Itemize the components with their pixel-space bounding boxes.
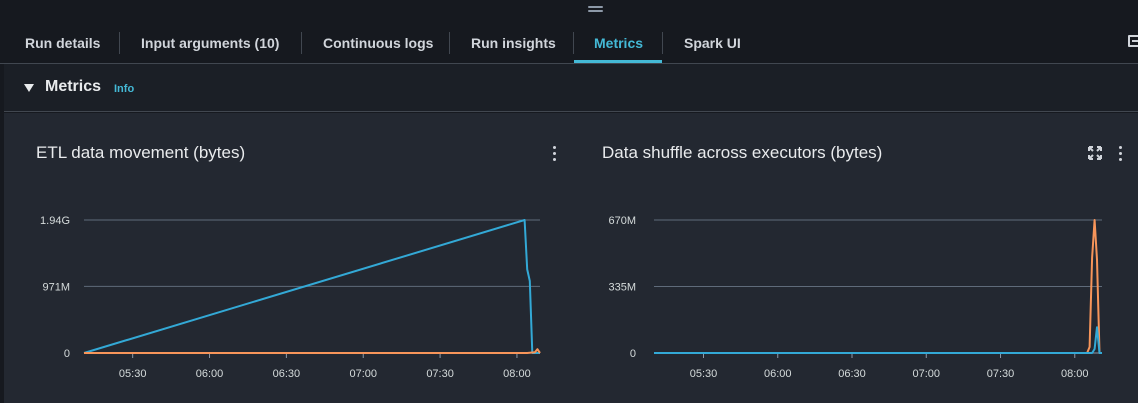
x-tick-label: 06:30 (838, 368, 866, 380)
section-title[interactable]: Metrics (45, 78, 101, 96)
panel-resize-bar[interactable] (0, 0, 1138, 18)
tab-divider (449, 32, 450, 54)
x-tick-label: 05:30 (119, 368, 147, 380)
x-tick-label: 06:00 (764, 368, 792, 380)
data-shuffle-chart: 0 335M 670M 05:30 06:00 06:30 07:00 07:30 08:00 (608, 215, 1102, 380)
x-tick-label: 06:30 (273, 368, 301, 380)
tab-run-details[interactable]: Run details (25, 18, 100, 64)
info-link[interactable]: Info (114, 83, 134, 95)
x-tick-label: 07:00 (912, 368, 940, 380)
data-shuffle-chart-panel: Data shuffle across executors (bytes) 03… (566, 113, 1138, 403)
drag-handle-icon[interactable] (588, 6, 603, 12)
active-tab-indicator (574, 60, 662, 63)
y-tick-label: 335M (608, 282, 636, 294)
series-line-1 (84, 348, 541, 354)
tab-divider (662, 32, 663, 54)
tab-divider (573, 32, 574, 54)
x-tick-label: 05:30 (690, 368, 718, 380)
x-tick-label: 08:00 (1061, 368, 1089, 380)
panel-toggle-icon[interactable] (1128, 35, 1138, 47)
tab-metrics[interactable]: Metrics (594, 18, 643, 64)
metrics-section-header: Metrics Info (4, 64, 1138, 112)
tab-divider (301, 32, 302, 54)
y-tick-label: 0 (630, 348, 636, 360)
x-tick-label: 08:00 (503, 368, 531, 380)
y-tick-label: 670M (608, 215, 636, 227)
etl-data-movement-chart: 0 971M 1.94G 05:30 06:00 06:30 07:00 07:30 08:00 (40, 215, 541, 380)
x-tick-label: 07:30 (987, 368, 1015, 380)
etl-data-movement-chart-panel: ETL data movement (bytes) 0 971M 1.94G 05:3… (4, 113, 566, 403)
tab-spark-ui[interactable]: Spark UI (684, 18, 741, 64)
y-tick-label: 971M (42, 281, 70, 293)
y-tick-label: 1.94G (40, 215, 70, 227)
tab-input-arguments[interactable]: Input arguments (10) (141, 18, 279, 64)
x-tick-label: 07:00 (349, 368, 377, 380)
x-tick-label: 06:00 (196, 368, 224, 380)
tab-divider (119, 32, 120, 54)
tab-continuous-logs[interactable]: Continuous logs (323, 18, 433, 64)
x-tick-label: 07:30 (426, 368, 454, 380)
y-tick-label: 0 (64, 348, 70, 360)
caret-down-icon[interactable] (24, 84, 34, 92)
tab-run-insights[interactable]: Run insights (471, 18, 556, 64)
tab-bar: Run details Input arguments (10) Continu… (0, 18, 1138, 64)
series-line-1 (654, 326, 1102, 354)
